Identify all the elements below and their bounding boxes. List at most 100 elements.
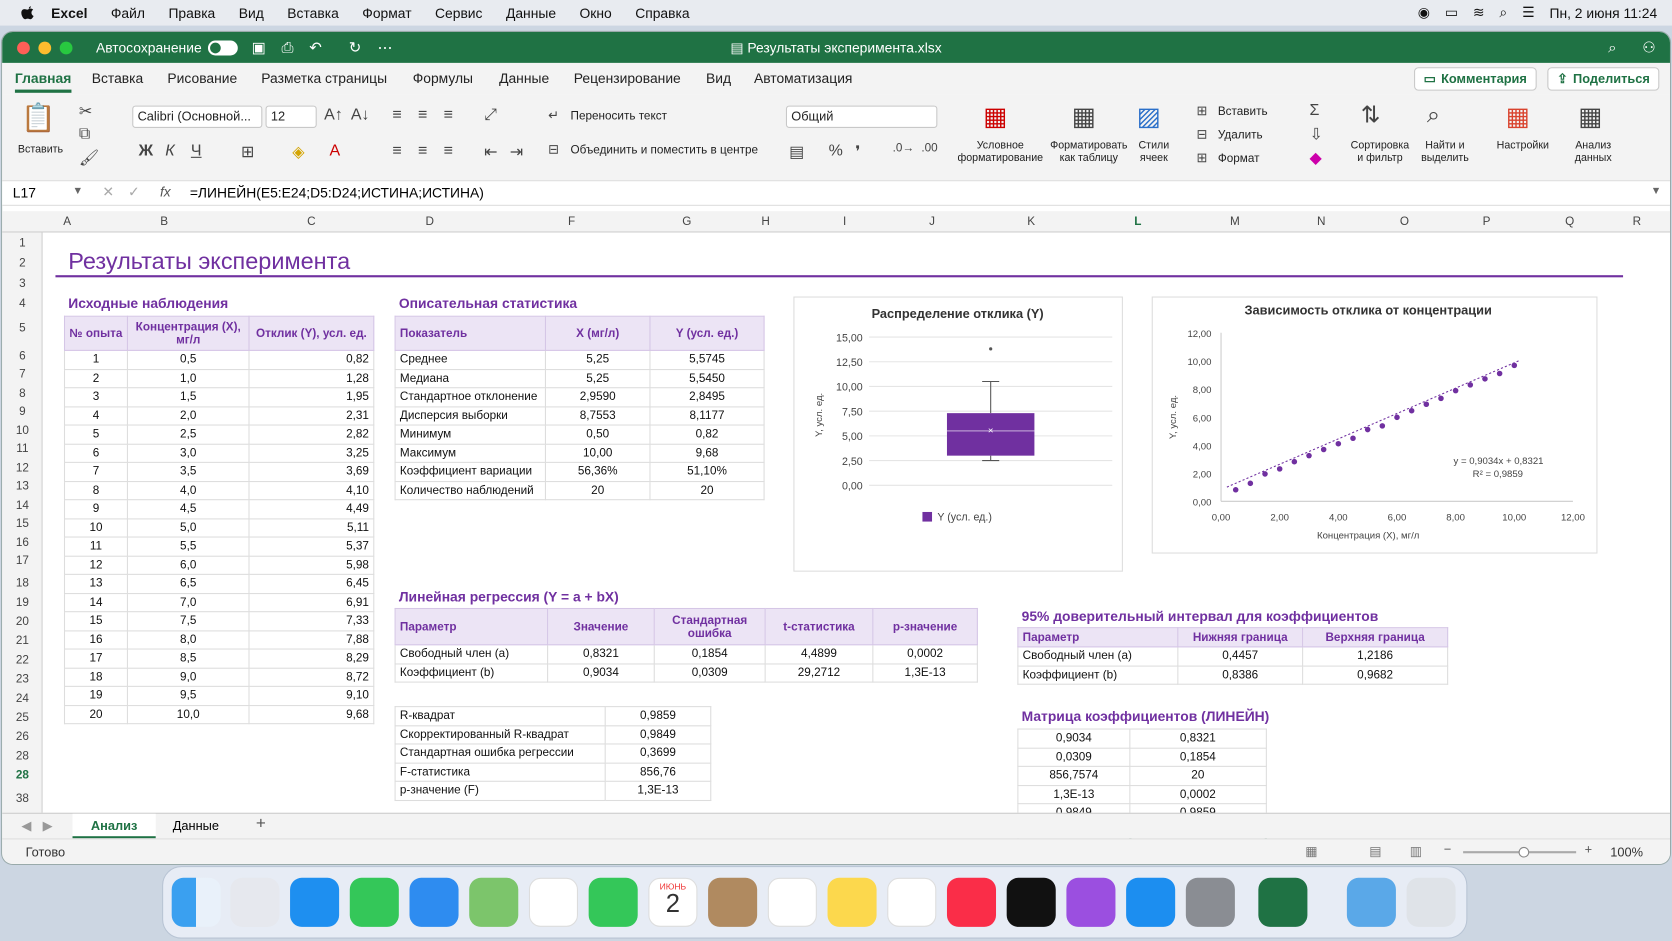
fill-icon[interactable]: ⇩ bbox=[1310, 125, 1323, 144]
obs-cell[interactable]: 9,5 bbox=[126, 685, 250, 706]
zoom-thumb[interactable] bbox=[1518, 846, 1530, 858]
font-color-icon[interactable]: A bbox=[330, 142, 341, 160]
battery-icon[interactable]: ▭ bbox=[1445, 4, 1458, 21]
column-header[interactable]: N bbox=[1317, 215, 1325, 228]
row-header[interactable]: 14 bbox=[2, 499, 43, 512]
row-header[interactable]: 25 bbox=[2, 711, 43, 724]
tab-page-layout[interactable]: Разметка страницы bbox=[261, 70, 387, 86]
font-name-select[interactable]: Calibri (Основной... bbox=[132, 105, 263, 128]
fit-cell[interactable]: Стандартная ошибка регрессии bbox=[394, 743, 606, 764]
obs-cell[interactable]: 6,45 bbox=[248, 573, 375, 594]
fit-cell[interactable]: F-статистика bbox=[394, 762, 606, 782]
menu-tools[interactable]: Сервис bbox=[435, 5, 482, 21]
column-header[interactable]: M bbox=[1230, 215, 1240, 228]
wrap-text-button[interactable]: Переносить текст bbox=[571, 110, 667, 123]
menu-insert[interactable]: Вставка bbox=[287, 5, 339, 21]
delete-cells-button[interactable]: Удалить bbox=[1218, 129, 1263, 142]
row-header[interactable]: 26 bbox=[2, 731, 43, 744]
formula-input[interactable]: =ЛИНЕЙН(E5:E24;D5:D24;ИСТИНА;ИСТИНА) bbox=[190, 185, 484, 201]
obs-cell[interactable]: 6,91 bbox=[248, 592, 375, 613]
cancel-icon[interactable]: ✕ bbox=[102, 183, 114, 200]
obs-cell[interactable]: 3,0 bbox=[126, 443, 250, 463]
menu-file[interactable]: Файл bbox=[111, 5, 145, 21]
obs-cell[interactable]: 17 bbox=[63, 648, 128, 669]
zoom-slider[interactable] bbox=[1463, 846, 1577, 858]
row-header[interactable]: 17 bbox=[2, 555, 43, 568]
clock[interactable]: Пн, 2 июня 11:24 bbox=[1549, 5, 1657, 21]
row-header[interactable]: 9 bbox=[2, 405, 43, 418]
conditional-format-icon[interactable]: ▦ bbox=[983, 101, 1007, 132]
desc-cell[interactable]: 2,8495 bbox=[649, 387, 765, 407]
row-header[interactable]: 18 bbox=[2, 577, 43, 590]
menu-data[interactable]: Данные bbox=[506, 5, 556, 21]
obs-cell[interactable]: 7,88 bbox=[248, 629, 375, 650]
mail-icon[interactable] bbox=[409, 877, 459, 927]
contacts-icon[interactable] bbox=[708, 877, 758, 927]
obs-cell[interactable]: 11 bbox=[63, 536, 128, 557]
column-header[interactable]: L bbox=[1134, 215, 1141, 228]
addins-icon[interactable]: ▦ bbox=[1506, 101, 1530, 132]
music-icon[interactable] bbox=[946, 877, 997, 927]
obs-cell[interactable]: 10,0 bbox=[126, 704, 250, 725]
obs-cell[interactable]: 14 bbox=[63, 592, 128, 613]
format-cells-button[interactable]: Формат bbox=[1218, 153, 1260, 166]
decrease-decimal-icon[interactable]: .00 bbox=[921, 142, 937, 155]
desc-cell[interactable]: Количество наблюдений bbox=[394, 480, 546, 501]
wifi-icon[interactable]: ≋ bbox=[1473, 4, 1485, 21]
row-header[interactable]: 12 bbox=[2, 462, 43, 475]
desc-cell[interactable]: Медиана bbox=[394, 368, 546, 389]
column-header[interactable]: K bbox=[1027, 215, 1035, 228]
fit-cell[interactable]: 1,3E-13 bbox=[604, 780, 712, 801]
clear-icon[interactable]: ◆ bbox=[1310, 148, 1322, 167]
obs-cell[interactable]: 9,0 bbox=[126, 667, 250, 687]
row-header[interactable]: 16 bbox=[2, 536, 43, 549]
paste-icon[interactable]: 📋 bbox=[21, 101, 56, 134]
copy-icon[interactable]: ⧉ bbox=[79, 125, 90, 143]
number-format-select[interactable]: Общий bbox=[785, 105, 938, 128]
desc-cell[interactable]: Среднее bbox=[394, 349, 546, 370]
ci-cell[interactable]: 0,4457 bbox=[1177, 646, 1304, 667]
row-header[interactable]: 3 bbox=[2, 277, 43, 290]
obs-cell[interactable]: 2,5 bbox=[126, 424, 250, 445]
tab-review[interactable]: Рецензирование bbox=[574, 70, 681, 86]
page-break-icon[interactable]: ▥ bbox=[1410, 844, 1422, 859]
column-header[interactable]: D bbox=[426, 215, 434, 228]
fit-cell[interactable]: 856,76 bbox=[604, 762, 712, 782]
row-header[interactable]: 1 bbox=[2, 237, 43, 250]
desc-cell[interactable]: 5,5450 bbox=[649, 368, 765, 389]
row-header[interactable]: 22 bbox=[2, 654, 43, 667]
menu-view[interactable]: Вид bbox=[239, 5, 264, 21]
desc-cell[interactable]: 10,00 bbox=[544, 443, 651, 463]
format-table-icon[interactable]: ▦ bbox=[1072, 101, 1096, 132]
page-layout-icon[interactable]: ▤ bbox=[1369, 844, 1381, 859]
find-select-icon[interactable]: ⌕ bbox=[1427, 101, 1440, 129]
desc-cell[interactable]: Коэффициент вариации bbox=[394, 461, 546, 482]
obs-cell[interactable]: 6 bbox=[63, 443, 128, 463]
increase-indent-icon[interactable]: ⇥ bbox=[510, 142, 523, 161]
obs-cell[interactable]: 2,31 bbox=[248, 405, 375, 426]
matrix-cell[interactable]: 856,7574 bbox=[1017, 765, 1131, 786]
cut-icon[interactable]: ✂ bbox=[79, 101, 92, 120]
obs-cell[interactable]: 5,11 bbox=[248, 517, 375, 538]
reg-cell[interactable]: Коэффициент (b) bbox=[394, 662, 549, 683]
reg-cell[interactable]: 1,3E-13 bbox=[872, 662, 978, 683]
app-store-icon[interactable] bbox=[1126, 877, 1176, 927]
obs-cell[interactable]: 8,72 bbox=[248, 667, 375, 687]
row-header[interactable]: 10 bbox=[2, 425, 43, 438]
borders-icon[interactable]: ⊞ bbox=[241, 142, 254, 161]
worksheet[interactable]: Результаты эксперимента Исходные наблюде… bbox=[42, 232, 1670, 843]
obs-cell[interactable]: 3,69 bbox=[248, 461, 375, 482]
accounting-icon[interactable]: ▤ bbox=[789, 142, 804, 161]
column-header[interactable]: H bbox=[761, 215, 769, 228]
obs-cell[interactable]: 3,5 bbox=[126, 461, 250, 482]
bold-button[interactable]: Ж bbox=[139, 142, 153, 160]
desc-cell[interactable]: 20 bbox=[544, 480, 651, 501]
facetime-icon[interactable] bbox=[588, 877, 638, 927]
format-as-table-button[interactable]: Форматировать как таблицу bbox=[1047, 140, 1130, 166]
align-left-icon[interactable]: ≡ bbox=[392, 142, 401, 160]
column-header[interactable]: A bbox=[63, 215, 71, 228]
system-settings-icon[interactable] bbox=[1185, 877, 1235, 927]
apple-tv-icon[interactable] bbox=[1006, 877, 1056, 927]
matrix-cell[interactable]: 20 bbox=[1129, 765, 1267, 786]
obs-cell[interactable]: 7,5 bbox=[126, 611, 250, 631]
